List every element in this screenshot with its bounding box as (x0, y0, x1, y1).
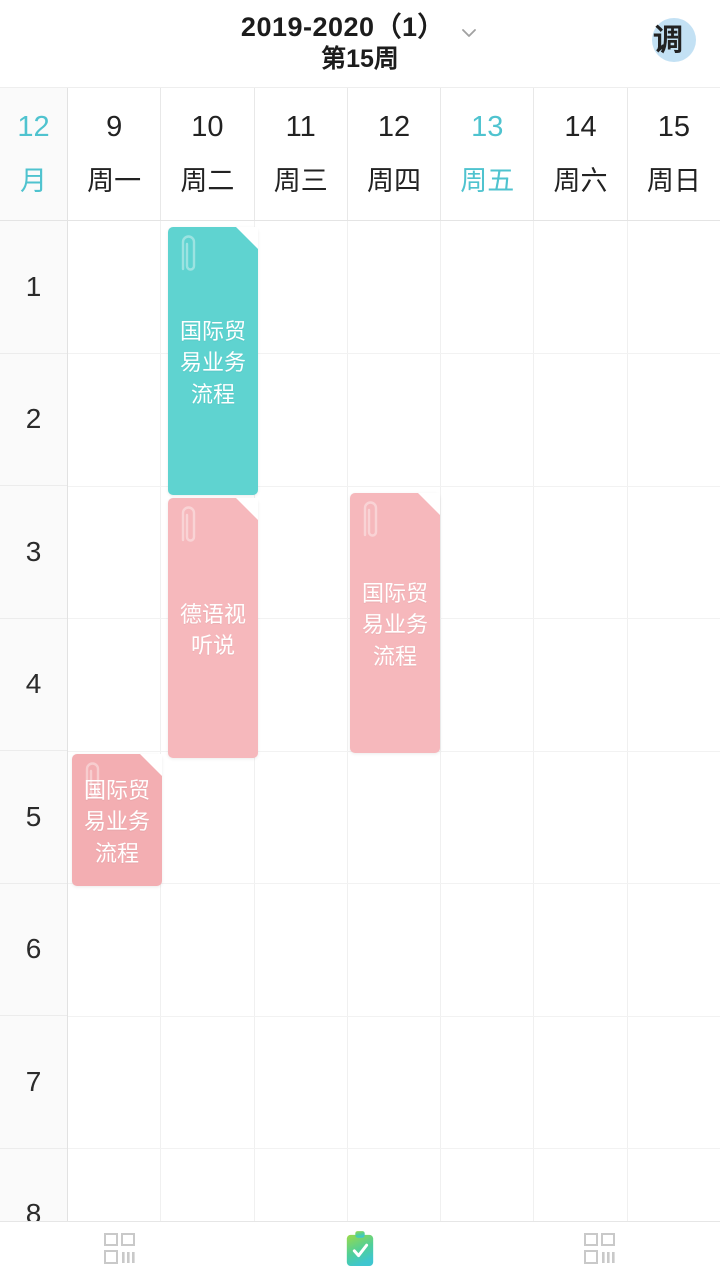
folded-corner-icon (418, 493, 440, 515)
paperclip-icon (359, 497, 385, 541)
folded-corner-icon (236, 498, 258, 520)
folded-corner-icon (140, 754, 162, 776)
course-name: 德语视听说 (179, 601, 246, 658)
clipboard-check-icon (344, 1230, 376, 1273)
week-title: 第15周 (321, 45, 399, 74)
day-header-cell-5[interactable]: 14 周六 (534, 88, 628, 220)
period-cell-3: 3 (0, 486, 67, 619)
period-cell-1: 1 (0, 221, 67, 354)
paperclip-icon (81, 758, 107, 802)
course-cards: 国际贸易业务流程 德语视听说 国际贸易业务流程 国际贸易业务流程 (68, 221, 720, 1221)
nav-item-right[interactable] (480, 1222, 720, 1280)
day-weekday: 周四 (366, 166, 421, 196)
term-title: 2019-2020（1） (240, 12, 446, 43)
period-column: 1 2 3 4 5 6 7 8 (0, 221, 68, 1221)
bottom-navigation (0, 1221, 720, 1280)
app-header: 2019-2020（1） 第15周 调 (0, 0, 720, 88)
chevron-down-icon[interactable] (459, 23, 479, 43)
nav-item-center-schedule[interactable] (240, 1222, 480, 1280)
day-date: 10 (191, 111, 224, 143)
period-cell-6: 6 (0, 884, 67, 1016)
day-header-cell-1[interactable]: 10 周二 (161, 88, 255, 220)
month-unit: 月 (20, 166, 47, 196)
day-header-cell-6[interactable]: 15 周日 (628, 88, 720, 220)
day-weekday: 周三 (273, 166, 328, 196)
period-cell-4: 4 (0, 619, 67, 751)
month-cell: 12 月 (0, 88, 68, 220)
day-date: 12 (377, 111, 411, 143)
term-selector[interactable]: 2019-2020（1） (241, 13, 479, 43)
paperclip-icon (177, 502, 203, 546)
timetable-grid: 1 2 3 4 5 6 7 8 国际贸易业务流程 德语视听说 国际贸易业务流程 … (0, 221, 720, 1221)
day-date: 9 (106, 111, 123, 143)
period-cell-5: 5 (0, 751, 67, 884)
period-cell-2: 2 (0, 354, 67, 486)
day-header-cell-0[interactable]: 9 周一 (68, 88, 162, 220)
course-card-2[interactable]: 国际贸易业务流程 (350, 493, 440, 753)
period-cell-7: 7 (0, 1016, 67, 1149)
day-header-row: 12 月 9 周一 10 周二 11 周三 12 周四 13 周五 14 周六 … (0, 88, 720, 221)
paperclip-icon (177, 231, 203, 275)
day-date: 11 (285, 111, 316, 143)
dashboard-grid-icon (583, 1232, 617, 1271)
day-weekday: 周一 (87, 166, 142, 196)
month-number: 12 (17, 111, 50, 143)
nav-item-left[interactable] (0, 1222, 240, 1280)
course-card-1[interactable]: 德语视听说 (168, 498, 258, 758)
folded-corner-icon (236, 227, 258, 249)
course-card-3[interactable]: 国际贸易业务流程 (72, 754, 162, 886)
day-weekday: 周六 (553, 166, 608, 196)
day-header-cell-4-today[interactable]: 13 周五 (441, 88, 535, 220)
day-weekday: 周日 (646, 166, 701, 196)
course-name: 国际贸易业务流程 (179, 319, 246, 407)
adjust-badge-label: 调 (653, 24, 683, 57)
day-header-cell-2[interactable]: 11 周三 (255, 88, 348, 220)
day-date: 15 (657, 111, 690, 143)
course-card-0[interactable]: 国际贸易业务流程 (168, 227, 258, 495)
course-name: 国际贸易业务流程 (361, 581, 428, 669)
day-date: 13 (471, 111, 504, 143)
dashboard-grid-icon (103, 1232, 137, 1271)
day-header-cell-3[interactable]: 12 周四 (348, 88, 442, 220)
period-cell-8: 8 (0, 1149, 67, 1221)
day-weekday: 周二 (180, 166, 235, 196)
day-date: 14 (564, 111, 597, 143)
day-weekday: 周五 (460, 166, 515, 196)
adjust-schedule-button[interactable]: 调 (646, 14, 698, 66)
